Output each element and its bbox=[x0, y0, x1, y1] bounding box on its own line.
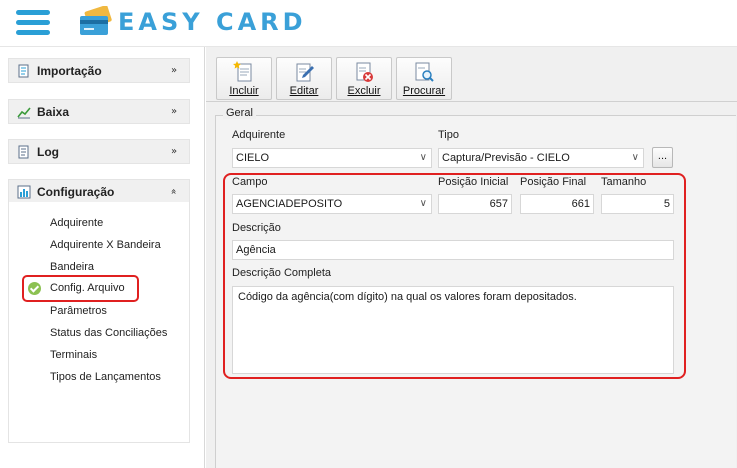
credit-card-logo-icon bbox=[80, 6, 112, 35]
editar-button[interactable]: Editar bbox=[276, 57, 332, 100]
log-document-icon bbox=[18, 145, 29, 158]
configuration-chart-icon bbox=[17, 185, 31, 198]
posicao-inicial-input[interactable]: 657 bbox=[438, 194, 512, 214]
tamanho-input[interactable]: 5 bbox=[601, 194, 674, 214]
adquirente-value: CIELO bbox=[236, 152, 270, 164]
campo-label: Campo bbox=[232, 176, 268, 188]
delete-document-icon bbox=[356, 62, 373, 82]
campo-value: AGENCIADEPOSITO bbox=[236, 198, 343, 210]
excluir-button[interactable]: Excluir bbox=[336, 57, 392, 100]
descricao-completa-label: Descrição Completa bbox=[232, 267, 332, 279]
section-label: Configuração bbox=[37, 184, 115, 199]
tipo-label: Tipo bbox=[438, 129, 459, 141]
sidebar-section-log[interactable]: Log » bbox=[8, 139, 190, 164]
adquirente-select[interactable]: CIELO ∨ bbox=[232, 148, 432, 168]
top-header: EASY CARD bbox=[0, 0, 737, 47]
sidebar-item-adquirente-x-bandeira[interactable]: Adquirente X Bandeira bbox=[50, 239, 161, 251]
editar-label: Editar bbox=[289, 85, 319, 97]
descricao-input[interactable]: Agência bbox=[232, 240, 674, 260]
sidebar-item-adquirente[interactable]: Adquirente bbox=[50, 217, 103, 229]
chart-trend-icon bbox=[17, 106, 31, 118]
tipo-browse-button[interactable]: ... bbox=[652, 147, 673, 168]
geral-group-title: Geral bbox=[223, 107, 256, 119]
incluir-label: Incluir bbox=[229, 85, 259, 97]
double-chevron-down-icon[interactable]: » bbox=[167, 146, 181, 157]
double-chevron-down-icon[interactable]: » bbox=[167, 106, 181, 117]
procurar-label: Procurar bbox=[402, 85, 446, 97]
import-document-icon bbox=[18, 64, 29, 77]
main-panel: Incluir Editar Excluir Procurar Geral Ad… bbox=[206, 47, 737, 468]
procurar-button[interactable]: Procurar bbox=[396, 57, 452, 100]
posicao-inicial-label: Posição Inicial bbox=[438, 176, 509, 188]
sidebar-item-bandeira[interactable]: Bandeira bbox=[50, 261, 94, 273]
sidebar-item-config-arquivo[interactable]: Config. Arquivo bbox=[50, 282, 125, 294]
sidebar-section-importacao[interactable]: Importação » bbox=[8, 58, 190, 83]
search-document-icon bbox=[415, 62, 434, 82]
toolbar: Incluir Editar Excluir Procurar bbox=[206, 47, 737, 102]
active-check-icon bbox=[28, 282, 41, 295]
tipo-value: Captura/Previsão - CIELO bbox=[442, 152, 570, 164]
descricao-completa-textarea[interactable]: Código da agência(com dígito) na qual os… bbox=[232, 286, 674, 374]
double-chevron-down-icon[interactable]: » bbox=[167, 65, 181, 76]
incluir-button[interactable]: Incluir bbox=[216, 57, 272, 100]
excluir-label: Excluir bbox=[347, 85, 381, 97]
sidebar-item-status-conciliacoes[interactable]: Status das Conciliações bbox=[50, 327, 167, 339]
sidebar: Importação » Baixa » Log » Configuração … bbox=[0, 47, 205, 468]
app-logo-text: EASY CARD bbox=[118, 8, 307, 36]
sidebar-section-configuracao[interactable]: Configuração » bbox=[8, 179, 190, 204]
tipo-select[interactable]: Captura/Previsão - CIELO ∨ bbox=[438, 148, 644, 168]
hamburger-menu-icon[interactable] bbox=[16, 10, 50, 36]
descricao-label: Descrição bbox=[232, 222, 281, 234]
sidebar-section-baixa[interactable]: Baixa » bbox=[8, 99, 190, 124]
adquirente-label: Adquirente bbox=[232, 129, 286, 141]
edit-document-icon bbox=[296, 63, 314, 82]
sidebar-item-terminais[interactable]: Terminais bbox=[50, 349, 97, 361]
section-label: Baixa bbox=[37, 104, 70, 119]
double-chevron-up-icon[interactable]: » bbox=[169, 185, 180, 199]
chevron-down-icon: ∨ bbox=[419, 152, 427, 163]
sidebar-item-parametros[interactable]: Parâmetros bbox=[50, 305, 107, 317]
posicao-final-input[interactable]: 661 bbox=[520, 194, 594, 214]
tamanho-label: Tamanho bbox=[601, 176, 647, 188]
campo-select[interactable]: AGENCIADEPOSITO ∨ bbox=[232, 194, 432, 214]
section-label: Importação bbox=[37, 63, 102, 78]
sidebar-item-tipos-lancamentos[interactable]: Tipos de Lançamentos bbox=[50, 371, 161, 383]
chevron-down-icon: ∨ bbox=[419, 198, 427, 209]
chevron-down-icon: ∨ bbox=[631, 152, 639, 163]
posicao-final-label: Posição Final bbox=[520, 176, 587, 188]
new-document-icon bbox=[233, 61, 252, 82]
section-label: Log bbox=[37, 144, 59, 159]
